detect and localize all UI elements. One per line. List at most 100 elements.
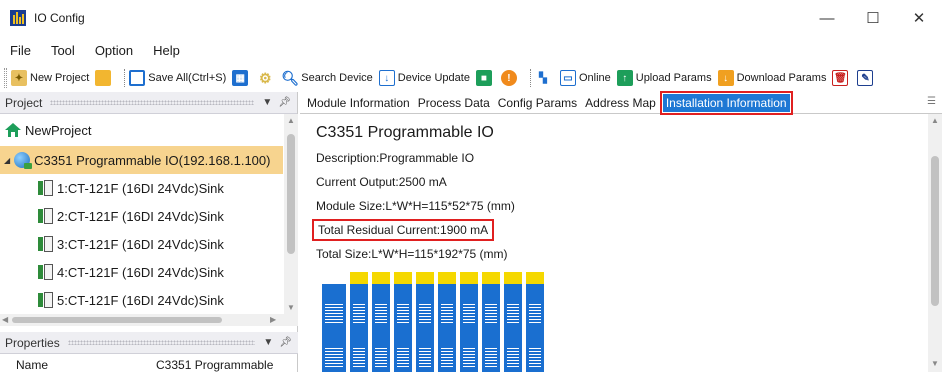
tab-module-information[interactable]: Module Information <box>306 94 411 112</box>
menu-help[interactable]: Help <box>153 43 180 58</box>
globe-icon <box>14 152 33 169</box>
maximize-button[interactable]: ☐ <box>850 0 896 36</box>
tab-config-params[interactable]: Config Params <box>497 94 578 112</box>
scroll-down-icon[interactable]: ▼ <box>931 359 939 368</box>
export-icon: ▦ <box>232 70 249 86</box>
window-title: IO Config <box>34 11 85 25</box>
config-button[interactable]: ⚙ <box>257 70 276 86</box>
network-icon: ▚ <box>534 70 551 86</box>
home-icon <box>5 123 21 137</box>
pin-icon[interactable]: 📌︎ <box>279 337 292 348</box>
tree-item-root[interactable]: NewProject <box>0 114 283 146</box>
alert-button[interactable]: ! <box>500 70 520 86</box>
new-project-button[interactable]: ✦ New Project <box>11 70 89 86</box>
io-module-image <box>526 284 544 372</box>
tree-item-root-label: NewProject <box>25 122 92 138</box>
property-row[interactable]: Name C3351 Programmable <box>0 354 298 376</box>
scroll-right-icon[interactable]: ▶ <box>270 315 276 324</box>
upload-params-button[interactable]: ↑ Upload Params <box>616 70 712 86</box>
close-button[interactable]: ✕ <box>896 0 942 36</box>
toolbar: ✦ New Project Save All(Ctrl+S) ▦ ⚙ 🔍︎ Se… <box>0 64 942 92</box>
open-button[interactable] <box>95 70 114 86</box>
tab-installation-information[interactable]: Installation Information <box>659 90 793 115</box>
menu-file[interactable]: File <box>10 43 31 58</box>
io-module-image <box>504 284 522 372</box>
tree-item-module[interactable]: 3:CT-121F (16DI 24Vdc)Sink <box>0 230 283 258</box>
current-output-text: Current Output:2500 mA <box>316 175 447 189</box>
properties-panel-header: Properties ▼ 📌︎ <box>0 332 298 354</box>
tab-list-menu-icon[interactable]: ☰ <box>927 96 936 107</box>
cpu-module-image <box>322 284 346 372</box>
save-all-button[interactable]: Save All(Ctrl+S) <box>129 70 226 86</box>
toolbar-grip[interactable] <box>4 68 7 88</box>
upload-icon: ↑ <box>616 70 633 86</box>
total-residual-current-text: Total Residual Current:1900 mA <box>311 219 495 241</box>
tab-bar: Module Information Process Data Config P… <box>300 90 942 115</box>
property-key: Name <box>16 358 49 372</box>
download-params-button[interactable]: ↓ Download Params <box>717 70 826 86</box>
tree-item-module[interactable]: 4:CT-121F (16DI 24Vdc)Sink <box>0 258 283 286</box>
panel-drag-handle[interactable] <box>50 100 255 105</box>
io-module-image <box>416 284 434 372</box>
search-device-button[interactable]: 🔍︎ Search Device <box>281 70 373 86</box>
edit-icon: ✎ <box>857 70 874 86</box>
tree-item-module-label: 5:CT-121F (16DI 24Vdc)Sink <box>57 292 224 308</box>
pin-icon[interactable]: 📌︎ <box>278 97 291 108</box>
scroll-left-icon[interactable]: ◀ <box>2 315 8 324</box>
io-module-icon <box>38 291 54 309</box>
io-module-image <box>372 284 390 372</box>
device-update-button[interactable]: ↓ Device Update <box>378 70 470 86</box>
tree-item-module-label: 1:CT-121F (16DI 24Vdc)Sink <box>57 180 224 196</box>
dropdown-arrow-icon[interactable]: ▼ <box>262 97 272 108</box>
tree-item-device-label: C3351 Programmable IO(192.168.1.100) <box>34 152 271 168</box>
menu-tool[interactable]: Tool <box>51 43 75 58</box>
new-project-icon: ✦ <box>11 70 27 86</box>
tree-item-module[interactable]: 2:CT-121F (16DI 24Vdc)Sink <box>0 202 283 230</box>
network-button[interactable]: ▚ <box>534 70 554 86</box>
tree-item-module[interactable]: 1:CT-121F (16DI 24Vdc)Sink <box>0 174 283 202</box>
project-horizontal-scrollbar[interactable]: ◀ ▶ <box>0 314 284 326</box>
toolbar-separator <box>124 69 126 87</box>
scrollbar-thumb[interactable] <box>287 134 295 254</box>
upload-params-label: Upload Params <box>635 72 712 84</box>
io-module-icon <box>38 207 54 225</box>
scroll-up-icon[interactable]: ▲ <box>931 116 939 125</box>
io-module-image <box>394 284 412 372</box>
minimize-button[interactable]: — <box>804 0 850 36</box>
io-module-image <box>350 284 368 372</box>
content-vertical-scrollbar[interactable]: ▲ ▼ <box>928 114 942 372</box>
scrollbar-thumb[interactable] <box>12 317 222 323</box>
search-device-label: Search Device <box>301 72 373 84</box>
save-icon <box>129 70 146 86</box>
gear-icon: ⚙ <box>257 69 274 86</box>
scroll-up-icon[interactable]: ▲ <box>287 116 295 125</box>
delete-button[interactable]: 🗑︎ <box>832 70 851 86</box>
tab-process-data[interactable]: Process Data <box>417 94 491 112</box>
project-vertical-scrollbar[interactable]: ▲ ▼ <box>284 114 298 326</box>
stop-button[interactable]: ■ <box>475 70 495 86</box>
export-button[interactable]: ▦ <box>232 70 251 86</box>
tree-item-module[interactable]: 5:CT-121F (16DI 24Vdc)Sink <box>0 286 283 314</box>
installation-diagram <box>322 272 562 372</box>
expand-arrow-icon[interactable]: ◢ <box>4 156 10 165</box>
dropdown-arrow-icon[interactable]: ▼ <box>263 337 273 348</box>
folder-icon <box>95 70 112 86</box>
edit-button[interactable]: ✎ <box>857 70 876 86</box>
new-project-label: New Project <box>30 72 90 84</box>
io-module-image <box>438 284 456 372</box>
online-button[interactable]: ▭ Online <box>559 70 611 86</box>
installation-info-content: C3351 Programmable IO Description:Progra… <box>300 114 926 372</box>
tab-address-map[interactable]: Address Map <box>584 94 657 112</box>
tree-item-module-label: 4:CT-121F (16DI 24Vdc)Sink <box>57 264 224 280</box>
tree-item-device[interactable]: ◢ C3351 Programmable IO(192.168.1.100) <box>0 146 283 174</box>
menu-option[interactable]: Option <box>95 43 133 58</box>
save-all-label: Save All(Ctrl+S) <box>148 72 227 84</box>
scroll-down-icon[interactable]: ▼ <box>287 303 295 312</box>
download-arrow-icon: ↓ <box>378 70 395 86</box>
project-panel-header: Project ▼ 📌︎ <box>0 92 297 114</box>
io-module-image <box>482 284 500 372</box>
scrollbar-thumb[interactable] <box>931 156 939 306</box>
toolbar-separator <box>529 69 531 87</box>
panel-drag-handle[interactable] <box>67 340 256 345</box>
menu-bar: File Tool Option Help <box>0 36 942 64</box>
